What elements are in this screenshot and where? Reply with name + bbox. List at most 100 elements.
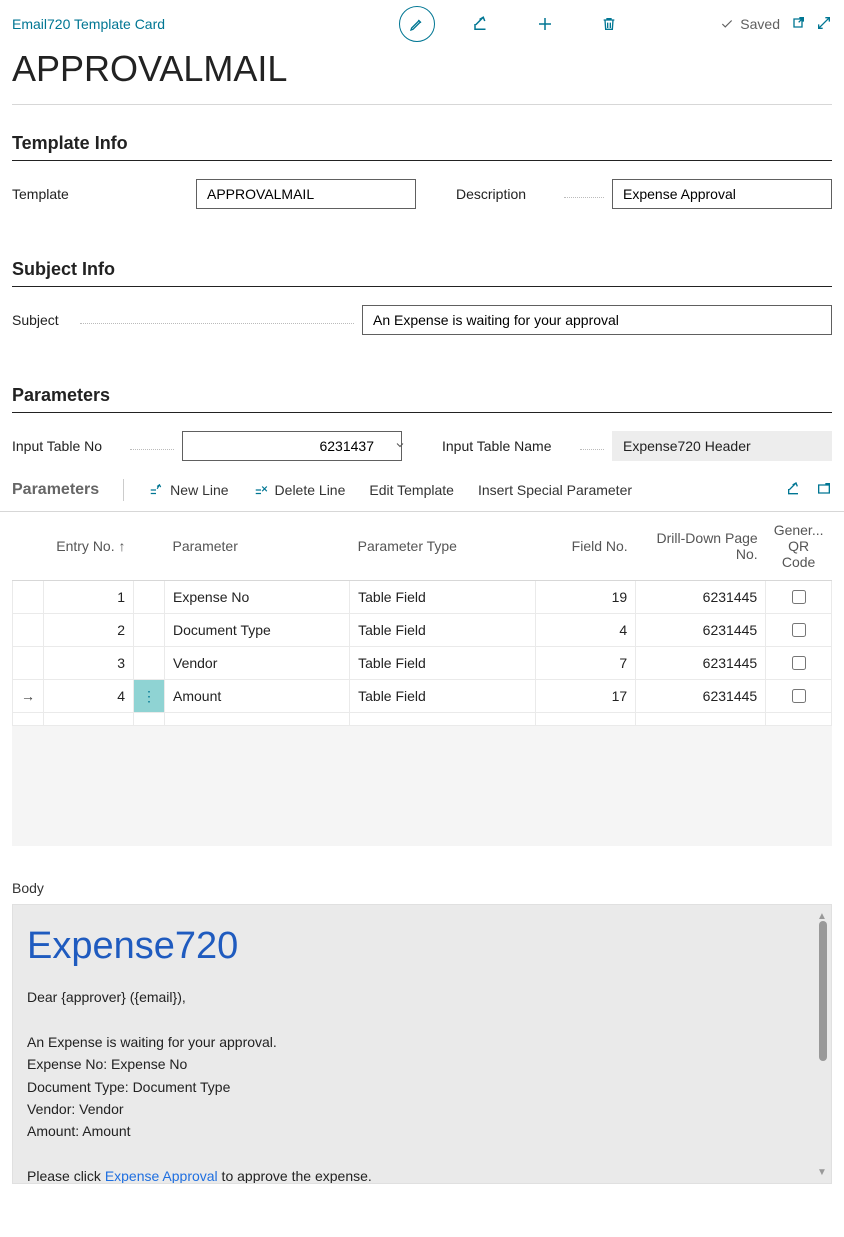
check-icon (720, 17, 734, 31)
cell-parameter-type[interactable]: Table Field (350, 614, 536, 647)
cell-field-no[interactable]: 7 (536, 647, 636, 680)
expand-button[interactable] (816, 15, 832, 34)
description-label: Description (456, 186, 556, 202)
input-table-name-readonly: Expense720 Header (612, 431, 832, 461)
body-line: Document Type: Document Type (27, 1076, 831, 1098)
sort-asc-icon: ↑ (119, 538, 126, 554)
edit-template-action[interactable]: Edit Template (361, 482, 462, 498)
input-table-name-label: Input Table Name (442, 438, 572, 454)
description-input[interactable] (612, 179, 832, 209)
input-table-no-input[interactable] (183, 432, 384, 460)
body-greeting: Dear {approver} ({email}), (27, 986, 831, 1008)
plus-icon (536, 15, 554, 33)
cell-entry-no[interactable]: 1 (44, 581, 134, 614)
popout-button[interactable] (790, 15, 806, 34)
body-line: An Expense is waiting for your approval. (27, 1031, 831, 1053)
body-label: Body (0, 846, 844, 904)
new-line-action[interactable]: New Line (140, 482, 236, 498)
saved-status: Saved (720, 16, 780, 32)
row-indicator (13, 647, 44, 680)
cell-entry-no[interactable]: 4 (44, 680, 134, 713)
qr-checkbox[interactable] (792, 623, 806, 637)
qr-checkbox[interactable] (792, 590, 806, 604)
row-menu-button[interactable] (134, 581, 165, 614)
body-line: Expense No: Expense No (27, 1053, 831, 1075)
template-label: Template (12, 186, 180, 202)
subject-label: Subject (12, 312, 72, 328)
scroll-down-icon[interactable]: ▼ (817, 1167, 827, 1177)
expense-approval-link[interactable]: Expense Approval (105, 1168, 218, 1184)
table-row-empty[interactable] (13, 713, 832, 726)
col-entry-no[interactable]: Entry No. ↑ (44, 512, 134, 581)
cell-parameter[interactable]: Vendor (165, 647, 350, 680)
share-icon (472, 15, 490, 33)
pencil-icon (399, 6, 435, 42)
row-indicator (13, 581, 44, 614)
cell-parameter[interactable]: Document Type (165, 614, 350, 647)
delete-line-icon (253, 483, 269, 497)
col-parameter-type[interactable]: Parameter Type (350, 512, 536, 581)
cell-entry-no[interactable]: 3 (44, 647, 134, 680)
qr-checkbox[interactable] (792, 689, 806, 703)
col-qr[interactable]: Gener... QR Code (766, 512, 832, 581)
cell-qr[interactable] (766, 614, 832, 647)
cell-field-no[interactable]: 17 (536, 680, 636, 713)
input-table-no-label: Input Table No (12, 438, 122, 454)
delete-line-action[interactable]: Delete Line (245, 482, 354, 498)
popout-icon (790, 15, 806, 31)
body-preview-title: Expense720 (27, 925, 831, 968)
cell-qr[interactable] (766, 581, 832, 614)
scroll-up-icon[interactable]: ▲ (817, 911, 827, 921)
insert-special-action[interactable]: Insert Special Parameter (470, 482, 640, 498)
subgrid-share-button[interactable] (786, 481, 802, 500)
input-table-no-select[interactable] (182, 431, 402, 461)
cell-parameter[interactable]: Amount (165, 680, 350, 713)
col-parameter[interactable]: Parameter (165, 512, 350, 581)
row-menu-button[interactable]: ⋮ (134, 680, 165, 713)
table-row[interactable]: →4⋮AmountTable Field176231445 (13, 680, 832, 713)
row-indicator (13, 614, 44, 647)
cell-entry-no[interactable]: 2 (44, 614, 134, 647)
cell-drill-down[interactable]: 6231445 (636, 581, 766, 614)
cell-field-no[interactable]: 19 (536, 581, 636, 614)
new-line-icon (148, 483, 164, 497)
qr-checkbox[interactable] (792, 656, 806, 670)
delete-button[interactable] (589, 4, 629, 44)
table-row[interactable]: 1 Expense NoTable Field196231445 (13, 581, 832, 614)
template-input[interactable] (196, 179, 416, 209)
scroll-thumb[interactable] (819, 921, 827, 1061)
row-menu-button[interactable] (134, 614, 165, 647)
col-field-no[interactable]: Field No. (536, 512, 636, 581)
subgrid-detach-button[interactable] (816, 481, 832, 500)
row-menu-button[interactable] (134, 647, 165, 680)
cell-qr[interactable] (766, 680, 832, 713)
edit-button[interactable] (397, 4, 437, 44)
body-line: Amount: Amount (27, 1120, 831, 1142)
cell-field-no[interactable]: 4 (536, 614, 636, 647)
col-drill-down[interactable]: Drill-Down Page No. (636, 512, 766, 581)
scrollbar[interactable]: ▲ ▼ (817, 915, 827, 1173)
subject-input[interactable] (362, 305, 832, 335)
cell-drill-down[interactable]: 6231445 (636, 614, 766, 647)
cell-parameter[interactable]: Expense No (165, 581, 350, 614)
chevron-down-icon[interactable] (384, 438, 416, 454)
subgrid-title: Parameters (12, 481, 99, 499)
body-preview[interactable]: Expense720 Dear {approver} ({email}), An… (12, 904, 832, 1184)
detach-icon (816, 481, 832, 497)
cell-parameter-type[interactable]: Table Field (350, 680, 536, 713)
cell-parameter-type[interactable]: Table Field (350, 647, 536, 680)
cell-drill-down[interactable]: 6231445 (636, 680, 766, 713)
body-line: Vendor: Vendor (27, 1098, 831, 1120)
share-button[interactable] (461, 4, 501, 44)
breadcrumb[interactable]: Email720 Template Card (12, 16, 165, 32)
table-row[interactable]: 3 VendorTable Field76231445 (13, 647, 832, 680)
cell-parameter-type[interactable]: Table Field (350, 581, 536, 614)
section-title-template-info: Template Info (0, 133, 844, 154)
cell-drill-down[interactable]: 6231445 (636, 647, 766, 680)
cell-qr[interactable] (766, 647, 832, 680)
page-title: APPROVALMAIL (0, 48, 844, 90)
body-click-line: Please click Expense Approval to approve… (27, 1165, 831, 1184)
new-button[interactable] (525, 4, 565, 44)
table-row[interactable]: 2 Document TypeTable Field46231445 (13, 614, 832, 647)
trash-icon (601, 15, 617, 33)
